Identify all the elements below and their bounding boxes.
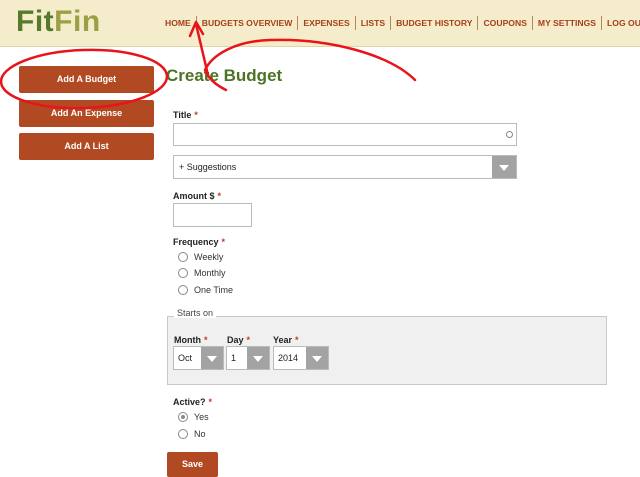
add-expense-button[interactable]: Add An Expense <box>19 100 154 127</box>
day-label-text: Day <box>227 335 244 345</box>
required-mark: * <box>217 191 222 201</box>
required-mark: * <box>208 397 213 407</box>
nav-budgets-overview[interactable]: BUDGETS OVERVIEW <box>197 16 299 30</box>
required-mark: * <box>204 335 208 345</box>
suggestions-value: + Suggestions <box>179 162 237 172</box>
radio-icon[interactable] <box>178 252 188 262</box>
chevron-down-icon <box>247 347 269 369</box>
suggestions-select[interactable]: + Suggestions <box>173 155 517 179</box>
radio-icon[interactable] <box>178 285 188 295</box>
active-option-yes[interactable]: Yes <box>178 412 209 422</box>
active-label: Active? * <box>173 397 212 407</box>
logo-fit: Fit <box>16 5 55 38</box>
title-label-text: Title <box>173 110 192 120</box>
amount-label: Amount $ * <box>173 191 221 201</box>
frequency-option-label: One Time <box>194 285 234 295</box>
radio-icon[interactable] <box>178 268 188 278</box>
year-value: 2014 <box>278 353 299 363</box>
day-select[interactable]: 1 <box>226 346 270 370</box>
title-input[interactable] <box>173 123 517 146</box>
month-label: Month * <box>174 335 208 345</box>
nav-budget-history[interactable]: BUDGET HISTORY <box>391 16 479 30</box>
month-select[interactable]: Oct <box>173 346 224 370</box>
year-select[interactable]: 2014 <box>273 346 329 370</box>
frequency-option-weekly[interactable]: Weekly <box>178 252 223 262</box>
frequency-option-one-time[interactable]: One Time <box>178 285 233 295</box>
day-value: 1 <box>231 353 237 363</box>
logo-fin: Fin <box>54 5 101 38</box>
fitfin-logo[interactable]: FitFin <box>16 5 101 39</box>
page-title: Create Budget <box>166 66 283 85</box>
title-label: Title * <box>173 110 198 120</box>
amount-label-text: Amount $ <box>173 191 215 201</box>
main-nav: HOME BUDGETS OVERVIEW EXPENSES LISTS BUD… <box>160 16 640 30</box>
starts-on-legend: Starts on <box>174 308 217 318</box>
frequency-label-text: Frequency <box>173 237 219 247</box>
top-header: FitFin HOME BUDGETS OVERVIEW EXPENSES LI… <box>0 0 640 47</box>
nav-coupons[interactable]: COUPONS <box>478 16 533 30</box>
radio-checked-icon[interactable] <box>178 412 188 422</box>
input-status-icon <box>506 131 513 138</box>
nav-home[interactable]: HOME <box>160 16 197 30</box>
frequency-option-monthly[interactable]: Monthly <box>178 268 226 278</box>
required-mark: * <box>246 335 251 345</box>
add-budget-button[interactable]: Add A Budget <box>19 66 154 93</box>
frequency-option-label: Monthly <box>194 268 226 278</box>
day-label: Day * <box>227 335 250 345</box>
year-label: Year * <box>273 335 299 345</box>
frequency-option-label: Weekly <box>194 252 224 262</box>
nav-my-settings[interactable]: MY SETTINGS <box>533 16 603 30</box>
month-value: Oct <box>178 353 193 363</box>
nav-log-out[interactable]: LOG OUT <box>602 16 640 30</box>
chevron-down-icon <box>306 347 328 369</box>
year-label-text: Year <box>273 335 293 345</box>
chevron-down-icon <box>492 156 516 178</box>
active-option-no[interactable]: No <box>178 429 206 439</box>
nav-expenses[interactable]: EXPENSES <box>298 16 356 30</box>
save-button[interactable]: Save <box>167 452 218 477</box>
chevron-down-icon <box>201 347 223 369</box>
add-list-button[interactable]: Add A List <box>19 133 154 160</box>
amount-input[interactable] <box>173 203 252 227</box>
radio-icon[interactable] <box>178 429 188 439</box>
active-option-label: No <box>194 429 206 439</box>
active-option-label: Yes <box>194 412 209 422</box>
nav-lists[interactable]: LISTS <box>356 16 392 30</box>
required-mark: * <box>295 335 299 345</box>
active-label-text: Active? <box>173 397 206 407</box>
month-label-text: Month <box>174 335 201 345</box>
required-mark: * <box>221 237 226 247</box>
required-mark: * <box>194 110 198 120</box>
frequency-label: Frequency * <box>173 237 225 247</box>
